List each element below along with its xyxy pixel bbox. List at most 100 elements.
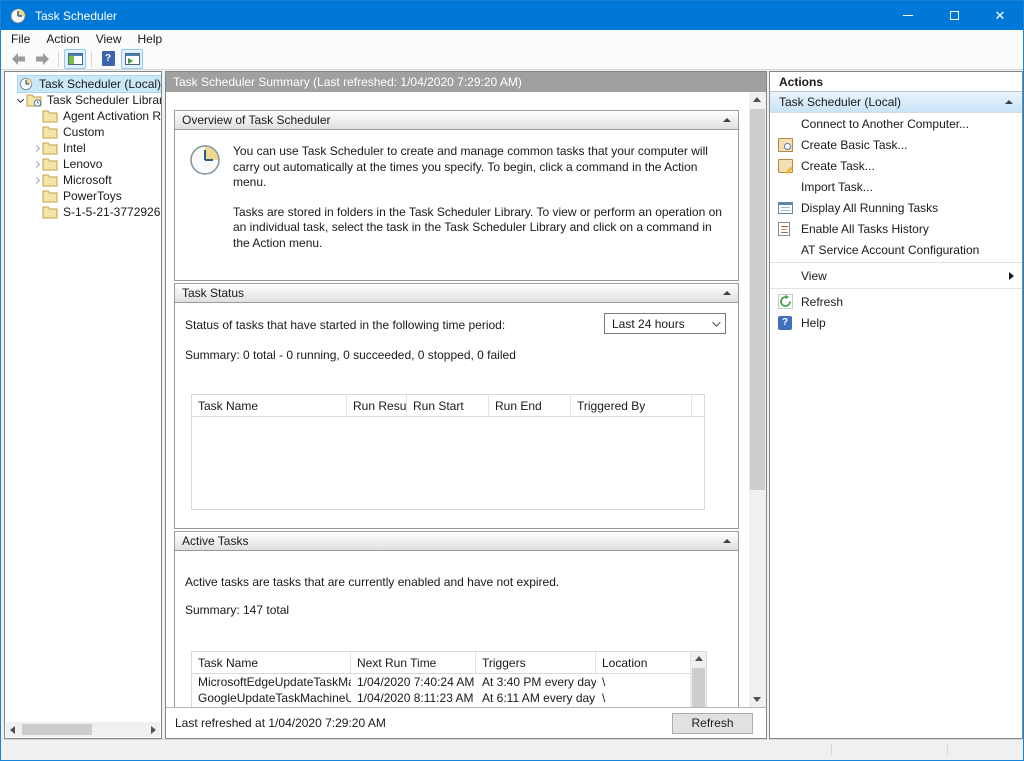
chevron-right-icon[interactable]	[31, 146, 41, 151]
folder-icon	[42, 173, 58, 187]
minimize-button[interactable]	[885, 1, 931, 30]
forward-arrow-icon	[35, 52, 50, 66]
tree-item-powertoys[interactable]: PowerToys	[5, 188, 161, 204]
scroll-up-icon[interactable]	[753, 97, 761, 102]
tree-item-agent-activation[interactable]: Agent Activation Runt	[5, 108, 161, 124]
create-basic-task-icon	[778, 138, 793, 152]
collapse-icon[interactable]	[723, 118, 731, 122]
action-import-task[interactable]: Import Task...	[770, 176, 1022, 197]
time-period-dropdown[interactable]: Last 24 hours	[604, 313, 726, 334]
chevron-right-icon[interactable]	[31, 178, 41, 183]
cell-triggers: At 3:40 PM every day - A...	[476, 675, 596, 689]
forward-button[interactable]	[31, 49, 53, 69]
tree-item-intel[interactable]: Intel	[5, 140, 161, 156]
actions-group-header[interactable]: Task Scheduler (Local)	[770, 92, 1022, 113]
scroll-down-icon[interactable]	[753, 697, 761, 702]
show-hide-action-pane-button[interactable]	[121, 49, 143, 69]
overview-section-header[interactable]: Overview of Task Scheduler	[175, 111, 738, 130]
toolbar: ?	[1, 48, 1023, 70]
folder-icon	[42, 109, 58, 123]
table-row[interactable]: GoogleUpdateTaskMachineUA 1/04/2020 8:11…	[192, 690, 690, 706]
action-refresh[interactable]: Refresh	[770, 291, 1022, 312]
icon-spacer	[778, 179, 797, 195]
tree-item-task-scheduler-library[interactable]: Task Scheduler Library	[5, 92, 161, 108]
tree-item-lenovo[interactable]: Lenovo	[5, 156, 161, 172]
tree-item-sid[interactable]: S-1-5-21-3772926790-	[5, 204, 161, 220]
task-status-table-body[interactable]	[192, 417, 704, 509]
active-tasks-description: Active tasks are tasks that are currentl…	[185, 575, 728, 589]
title-bar: Task Scheduler ✕	[1, 1, 1023, 30]
collapse-icon[interactable]	[723, 539, 731, 543]
maximize-button[interactable]	[931, 1, 977, 30]
action-help[interactable]: ? Help	[770, 312, 1022, 333]
scrollbar-thumb[interactable]	[750, 109, 765, 490]
column-header-task-name[interactable]: Task Name	[192, 395, 347, 416]
chevron-down-icon	[712, 318, 720, 326]
column-header-run-end[interactable]: Run End	[489, 395, 571, 416]
action-label: Enable All Tasks History	[801, 222, 929, 236]
chevron-down-icon[interactable]	[15, 99, 25, 102]
action-display-all-running-tasks[interactable]: Display All Running Tasks	[770, 197, 1022, 218]
table-row[interactable]: MicrosoftEdgeUpdateTaskMachine... 1/04/2…	[192, 674, 690, 690]
column-header-next-run-time[interactable]: Next Run Time	[351, 652, 476, 673]
icon-spacer	[778, 242, 797, 258]
tree-item-label: Lenovo	[61, 157, 104, 171]
scroll-right-icon[interactable]	[151, 726, 156, 734]
task-status-summary: Summary: 0 total - 0 running, 0 succeede…	[185, 348, 728, 362]
scrollbar-thumb[interactable]	[692, 668, 705, 707]
action-create-task[interactable]: Create Task...	[770, 155, 1022, 176]
action-label: Import Task...	[801, 180, 873, 194]
back-button[interactable]	[7, 49, 29, 69]
task-status-section-header[interactable]: Task Status	[175, 284, 738, 303]
tree-horizontal-scrollbar[interactable]	[6, 722, 160, 737]
actions-pane-title: Actions	[770, 72, 1022, 92]
action-label: AT Service Account Configuration	[801, 243, 979, 257]
chevron-right-icon[interactable]	[31, 162, 41, 167]
app-window: Task Scheduler ✕ File Action View Help ?	[0, 0, 1024, 761]
tree-item-label: S-1-5-21-3772926790-	[61, 205, 162, 219]
action-enable-all-tasks-history[interactable]: Enable All Tasks History	[770, 218, 1022, 239]
menu-bar: File Action View Help	[1, 30, 1023, 48]
action-label: Create Basic Task...	[801, 138, 908, 152]
status-bar	[2, 739, 1022, 759]
active-tasks-vertical-scrollbar[interactable]	[690, 652, 706, 707]
toolbar-separator	[91, 51, 92, 67]
help-button[interactable]: ?	[97, 49, 119, 69]
menu-view[interactable]: View	[88, 30, 130, 48]
scrollbar-thumb[interactable]	[22, 724, 92, 735]
column-header-task-name[interactable]: Task Name	[192, 652, 351, 673]
action-label: View	[801, 269, 827, 283]
folder-icon	[42, 141, 58, 155]
tree-item-custom[interactable]: Custom	[5, 124, 161, 140]
menu-help[interactable]: Help	[130, 30, 171, 48]
column-header-triggers[interactable]: Triggers	[476, 652, 596, 673]
time-period-value: Last 24 hours	[612, 317, 685, 331]
action-view[interactable]: View	[770, 265, 1022, 286]
action-create-basic-task[interactable]: Create Basic Task...	[770, 134, 1022, 155]
tree-item-task-scheduler-local[interactable]: Task Scheduler (Local)	[5, 76, 161, 92]
action-at-service-account-configuration[interactable]: AT Service Account Configuration	[770, 239, 1022, 260]
summary-vertical-scrollbar[interactable]	[749, 92, 766, 707]
action-connect-to-another-computer[interactable]: Connect to Another Computer...	[770, 113, 1022, 134]
status-divider	[831, 743, 832, 756]
menu-file[interactable]: File	[3, 30, 38, 48]
refresh-button[interactable]: Refresh	[672, 713, 753, 734]
task-status-section-title: Task Status	[182, 286, 723, 300]
collapse-icon[interactable]	[723, 291, 731, 295]
status-divider	[947, 743, 948, 756]
tree-item-label: Agent Activation Runt	[61, 109, 162, 123]
actions-separator	[770, 288, 1022, 289]
column-header-location[interactable]: Location	[596, 652, 690, 673]
column-header-run-start[interactable]: Run Start	[407, 395, 489, 416]
scroll-up-icon[interactable]	[695, 656, 703, 661]
show-hide-console-tree-button[interactable]	[64, 49, 86, 69]
scroll-left-icon[interactable]	[10, 726, 15, 734]
console-tree-icon	[68, 53, 83, 65]
close-button[interactable]: ✕	[977, 1, 1023, 30]
column-header-run-result[interactable]: Run Result	[347, 395, 407, 416]
collapse-icon[interactable]	[1005, 100, 1013, 104]
tree-item-microsoft[interactable]: Microsoft	[5, 172, 161, 188]
column-header-triggered-by[interactable]: Triggered By	[571, 395, 692, 416]
active-tasks-section-header[interactable]: Active Tasks	[175, 532, 738, 551]
menu-action[interactable]: Action	[38, 30, 87, 48]
